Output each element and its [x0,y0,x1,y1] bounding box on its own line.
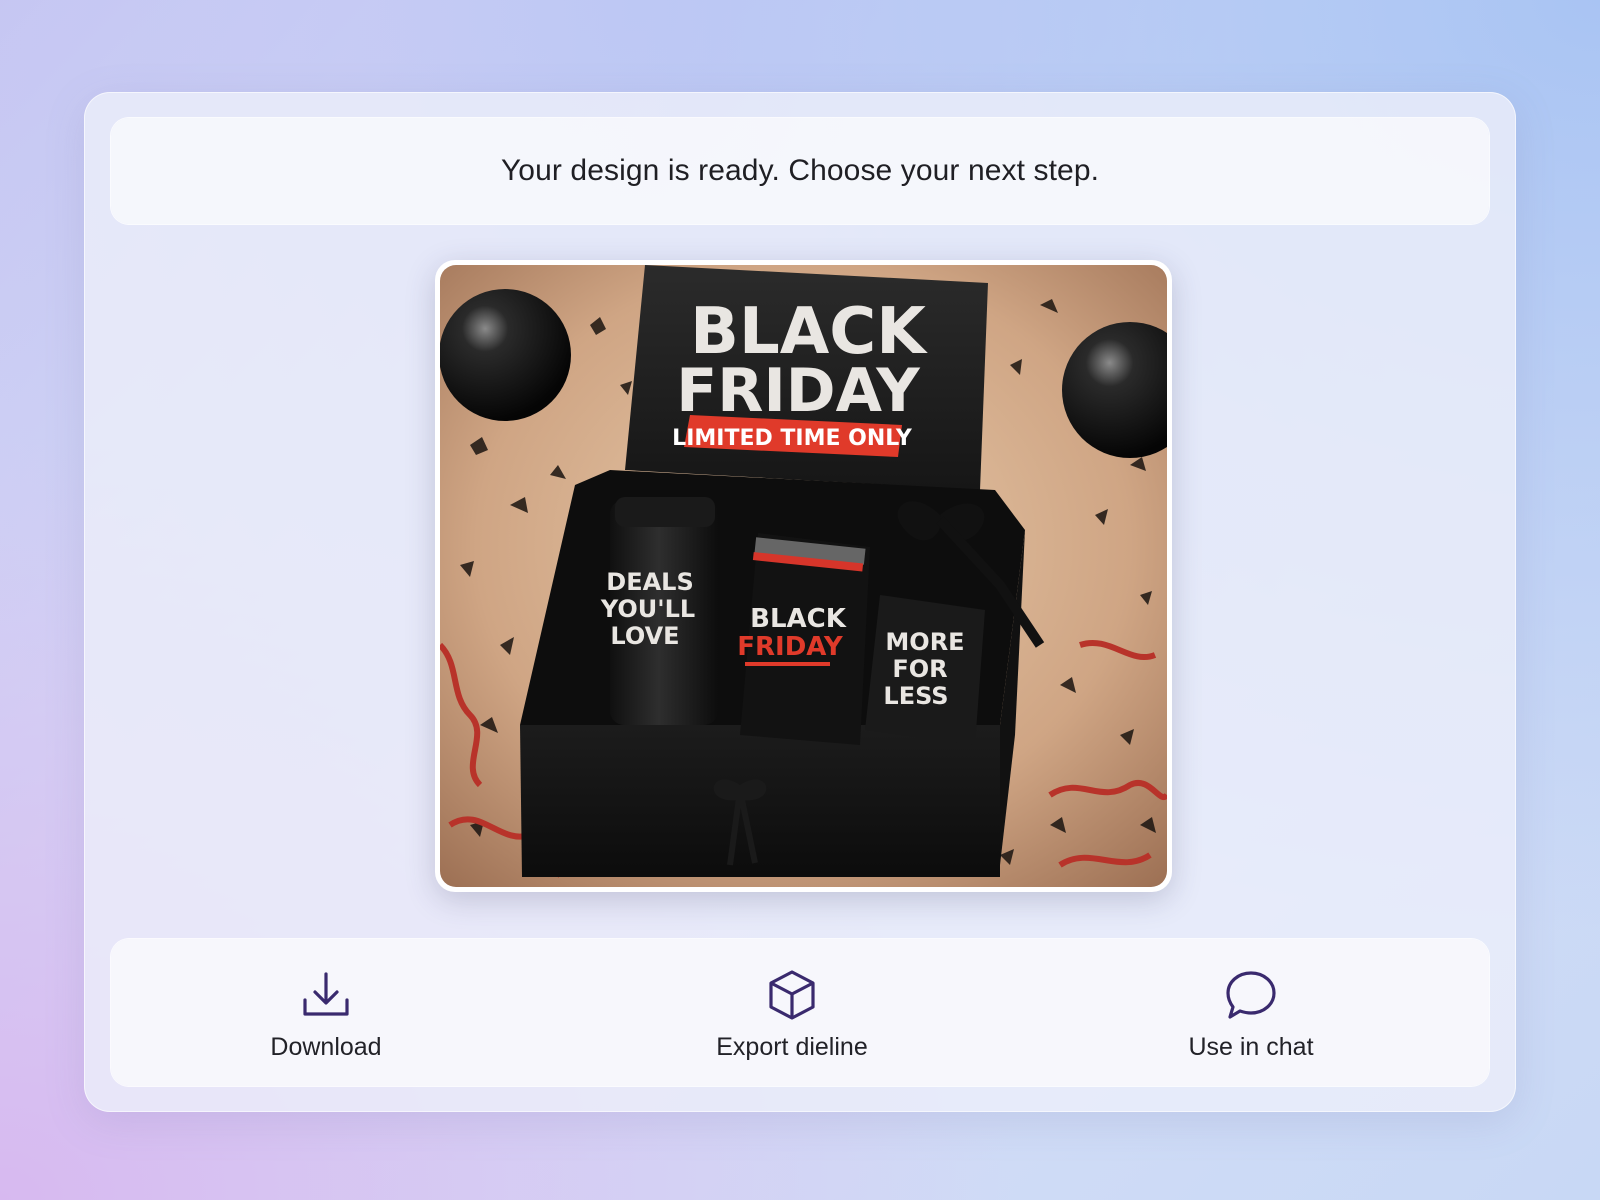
lid-line2: FRIDAY [676,356,921,426]
status-banner: Your design is ready. Choose your next s… [111,118,1489,224]
download-icon [298,967,354,1023]
tag-line2: FOR [892,655,947,683]
product-mockup-image: BLACK FRIDAY LIMITED TIME ONLY DEALS YOU… [440,265,1167,887]
download-label: Download [270,1033,382,1061]
tumbler-line3: LOVE [610,622,679,650]
use-in-chat-label: Use in chat [1188,1033,1314,1061]
tumbler-line1: DEALS [606,568,693,596]
sock-line2: FRIDAY [737,632,844,662]
preview-image: BLACK FRIDAY LIMITED TIME ONLY DEALS YOU… [440,265,1167,887]
download-button[interactable]: Download [196,939,456,1086]
export-dieline-button[interactable]: Export dieline [662,939,922,1086]
export-dieline-label: Export dieline [716,1033,868,1061]
tag-line3: LESS [883,682,948,710]
tag-line1: MORE [885,628,964,656]
cube-icon [764,967,820,1023]
lid-banner: LIMITED TIME ONLY [672,426,913,451]
use-in-chat-button[interactable]: Use in chat [1121,939,1381,1086]
chat-bubble-icon [1223,967,1279,1023]
sock-line1: BLACK [750,604,847,634]
tumbler-line2: YOU'LL [600,595,695,623]
design-ready-panel: Your design is ready. Choose your next s… [84,92,1516,1112]
next-step-actions: Download Export dieline Use in chat [111,939,1489,1086]
status-message: Your design is ready. Choose your next s… [500,154,1100,187]
design-preview[interactable]: BLACK FRIDAY LIMITED TIME ONLY DEALS YOU… [435,260,1172,892]
